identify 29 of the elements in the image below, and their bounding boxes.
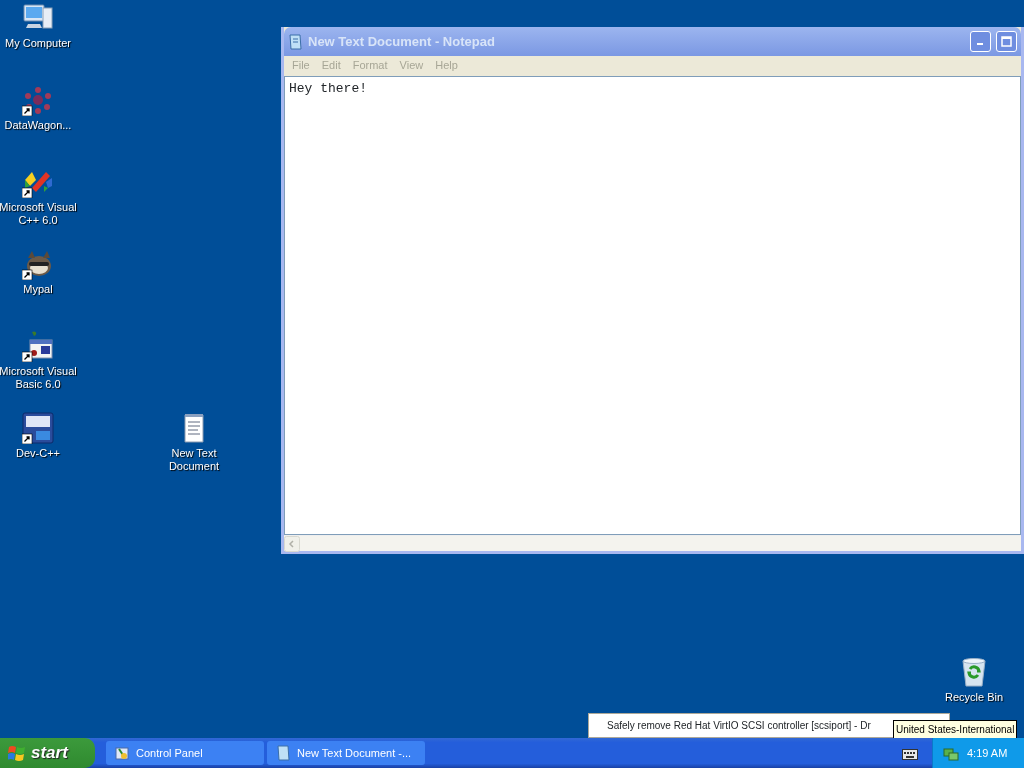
start-button[interactable]: start [0, 738, 95, 768]
notepad-icon [275, 745, 291, 761]
icon-label[interactable]: Recycle Bin [944, 691, 1004, 704]
taskbar-button[interactable]: Control Panel [106, 741, 264, 765]
maximize-button[interactable] [996, 31, 1017, 52]
text-area[interactable]: Hey there! [284, 76, 1021, 535]
flower-icon[interactable] [22, 84, 54, 116]
icon-label[interactable]: My Computer [5, 37, 71, 50]
horizontal-scrollbar[interactable] [284, 535, 1021, 551]
control-panel-icon [114, 745, 130, 761]
tooltip: United States-International [893, 720, 1018, 738]
icon-label[interactable]: DataWagon... [4, 119, 72, 132]
maximize-icon [1001, 36, 1012, 47]
icon-label[interactable]: Mypal [23, 283, 53, 296]
clock: 4:19 AM [967, 745, 1008, 761]
icon-label[interactable]: New Text Document [149, 447, 239, 473]
window-icon[interactable] [22, 330, 54, 362]
icon-label[interactable]: Microsoft Visual C++ 6.0 [0, 201, 83, 227]
network-icon[interactable] [943, 745, 959, 761]
icon-label[interactable]: Dev-C++ [16, 447, 60, 460]
minimize-button[interactable] [970, 31, 991, 52]
window-title: New Text Document - Notepad [308, 32, 495, 51]
notepad-icon [288, 33, 303, 50]
taskbar-button[interactable]: New Text Document -... [267, 741, 425, 765]
dev-block-icon[interactable] [22, 412, 54, 444]
document-text: Hey there! [289, 81, 367, 96]
icon-label[interactable]: Microsoft Visual Basic 6.0 [0, 365, 83, 391]
keyboard-icon[interactable] [902, 746, 918, 760]
windows-flag-icon [8, 744, 26, 762]
